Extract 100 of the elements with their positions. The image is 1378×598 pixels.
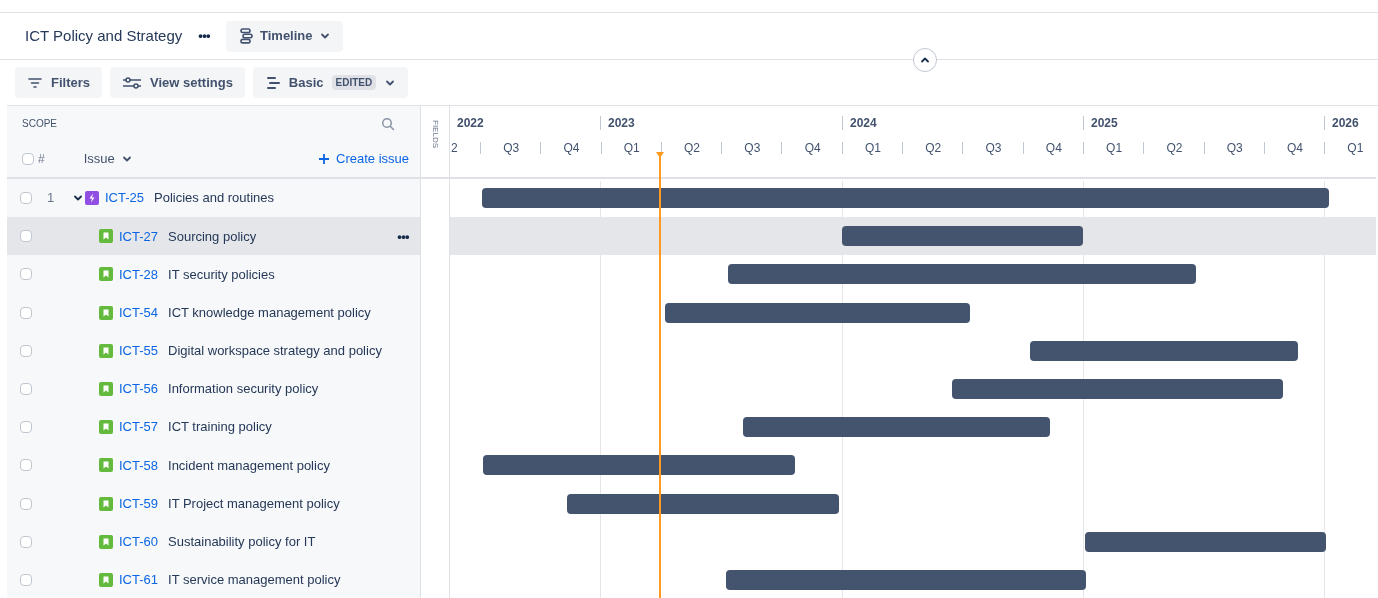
- row-checkbox[interactable]: [20, 459, 32, 472]
- year-label: 2026: [1331, 115, 1359, 132]
- issue-row[interactable]: ICT-54 ICT knowledge management policy: [7, 293, 420, 332]
- issue-key-link[interactable]: ICT-27: [119, 226, 158, 247]
- issue-key-link[interactable]: ICT-56: [119, 379, 158, 399]
- row-checkbox[interactable]: [20, 268, 32, 281]
- number-header: #: [38, 150, 45, 168]
- year-label: 2022: [456, 115, 484, 132]
- issue-key-link[interactable]: ICT-28: [119, 264, 158, 285]
- row-checkbox[interactable]: [20, 383, 32, 396]
- row-checkbox[interactable]: [20, 344, 32, 357]
- bookmark-icon: [99, 458, 113, 473]
- issue-summary: Policies and routines: [154, 189, 274, 208]
- issue-key-link[interactable]: ICT-54: [119, 302, 158, 323]
- create-issue-link[interactable]: Create issue: [318, 148, 409, 169]
- issue-row[interactable]: ICT-56 Information security policy: [7, 369, 420, 409]
- timeline-bar[interactable]: [728, 264, 1196, 285]
- issue-row[interactable]: ICT-60 Sustainability policy for IT: [7, 522, 420, 561]
- issue-key-link[interactable]: ICT-57: [119, 417, 158, 437]
- quarter-label: Q3: [502, 140, 520, 157]
- edited-badge: EDITED: [331, 75, 377, 90]
- preset-button[interactable]: Basic EDITED: [252, 67, 409, 98]
- issue-key-link[interactable]: ICT-60: [119, 532, 158, 552]
- row-checkbox[interactable]: [20, 192, 32, 205]
- quarter-label: Q2: [683, 140, 701, 157]
- issue-row[interactable]: ICT-61 IT service management policy: [7, 560, 420, 598]
- scope-title: SCOPE: [22, 117, 57, 131]
- issue-summary: Sustainability policy for IT: [168, 533, 316, 552]
- search-icon[interactable]: [381, 116, 395, 131]
- issue-key-link[interactable]: ICT-61: [119, 570, 158, 590]
- timeline-bar[interactable]: [1085, 531, 1326, 552]
- issue-row[interactable]: ICT-55 Digital workspace strategy and policy: [7, 331, 420, 370]
- row-checkbox[interactable]: [22, 152, 34, 165]
- quarter-label: Q1: [863, 140, 881, 157]
- quarter-label: Q3: [984, 140, 1002, 157]
- issue-key-link[interactable]: ICT-59: [119, 493, 158, 514]
- issue-row[interactable]: ICT-27 Sourcing policy •••: [7, 217, 420, 256]
- timeline-bar[interactable]: [842, 226, 1083, 247]
- quarter-label: Q3: [743, 140, 761, 157]
- bookmark-icon: [99, 229, 113, 244]
- row-number: 1: [47, 189, 56, 208]
- issue-key-link[interactable]: ICT-55: [119, 341, 158, 361]
- bookmark-icon: [99, 420, 113, 435]
- timeline-bar[interactable]: [726, 569, 1086, 590]
- timeline-view-button[interactable]: Timeline: [226, 20, 343, 52]
- row-checkbox[interactable]: [20, 421, 32, 434]
- quarter-label: Q1: [622, 140, 640, 157]
- filters-button[interactable]: Filters: [15, 67, 102, 98]
- timeline-icon: [238, 28, 254, 44]
- project-title: ICT Policy and Strategy: [25, 25, 183, 46]
- issue-summary: Digital workspace strategy and policy: [168, 342, 382, 361]
- issue-summary: ICT knowledge management policy: [168, 303, 371, 322]
- issue-row[interactable]: ICT-28 IT security policies: [7, 255, 420, 294]
- issue-summary: IT security policies: [168, 265, 275, 284]
- quarter-label: Q4: [1044, 140, 1062, 157]
- bookmark-icon: [99, 572, 113, 587]
- lightning-icon: [85, 191, 99, 206]
- row-checkbox[interactable]: [20, 306, 32, 319]
- year-label: 2024: [849, 115, 877, 132]
- row-checkbox[interactable]: [20, 230, 32, 243]
- issue-row[interactable]: ICT-59 IT Project management policy: [7, 484, 420, 523]
- year-label: 2025: [1090, 115, 1118, 132]
- bookmark-icon: [99, 343, 113, 358]
- bookmark-icon: [99, 267, 113, 282]
- view-settings-button[interactable]: View settings: [110, 67, 245, 98]
- row-checkbox[interactable]: [20, 573, 32, 586]
- quarter-label: Q4: [562, 140, 580, 157]
- fields-label[interactable]: FIELDS: [429, 120, 441, 148]
- timeline-bar[interactable]: [567, 493, 839, 514]
- issue-row[interactable]: ICT-58 Incident management policy: [7, 446, 420, 485]
- year-label: 2023: [607, 115, 635, 132]
- quarter-label: Q4: [803, 140, 821, 157]
- timeline-bar[interactable]: [743, 417, 1050, 438]
- issue-summary: Sourcing policy: [168, 227, 257, 246]
- issue-summary: Information security policy: [168, 380, 319, 399]
- row-checkbox[interactable]: [20, 535, 32, 548]
- plus-icon: [318, 152, 330, 165]
- timeline-bar[interactable]: [952, 378, 1283, 399]
- issue-summary: ICT training policy: [168, 418, 272, 437]
- bookmark-icon: [99, 305, 113, 320]
- quarter-label: Q4: [1286, 140, 1303, 157]
- sliders-icon: [122, 74, 142, 91]
- quarter-label: Q2: [1165, 140, 1183, 157]
- issue-summary: IT Project management policy: [168, 494, 340, 513]
- issue-header[interactable]: Issue: [83, 148, 133, 169]
- issue-row[interactable]: ICT-57 ICT training policy: [7, 408, 420, 447]
- timeline-bar[interactable]: [1030, 340, 1298, 361]
- collapse-button[interactable]: [913, 48, 937, 72]
- more-button[interactable]: •••: [397, 226, 409, 247]
- issue-key-link[interactable]: ICT-58: [119, 455, 158, 476]
- issue-summary: IT service management policy: [168, 571, 341, 590]
- issue-summary: Incident management policy: [168, 456, 330, 475]
- issue-key-link[interactable]: ICT-25: [105, 188, 144, 208]
- timeline-bar[interactable]: [483, 455, 795, 476]
- more-button[interactable]: •••: [190, 26, 218, 46]
- bookmark-icon: [99, 382, 113, 397]
- timeline-bar[interactable]: [665, 302, 970, 323]
- issue-row[interactable]: 1 ICT-25 Policies and routines: [7, 179, 420, 218]
- row-checkbox[interactable]: [20, 497, 32, 510]
- quarter-label: 2: [450, 140, 458, 157]
